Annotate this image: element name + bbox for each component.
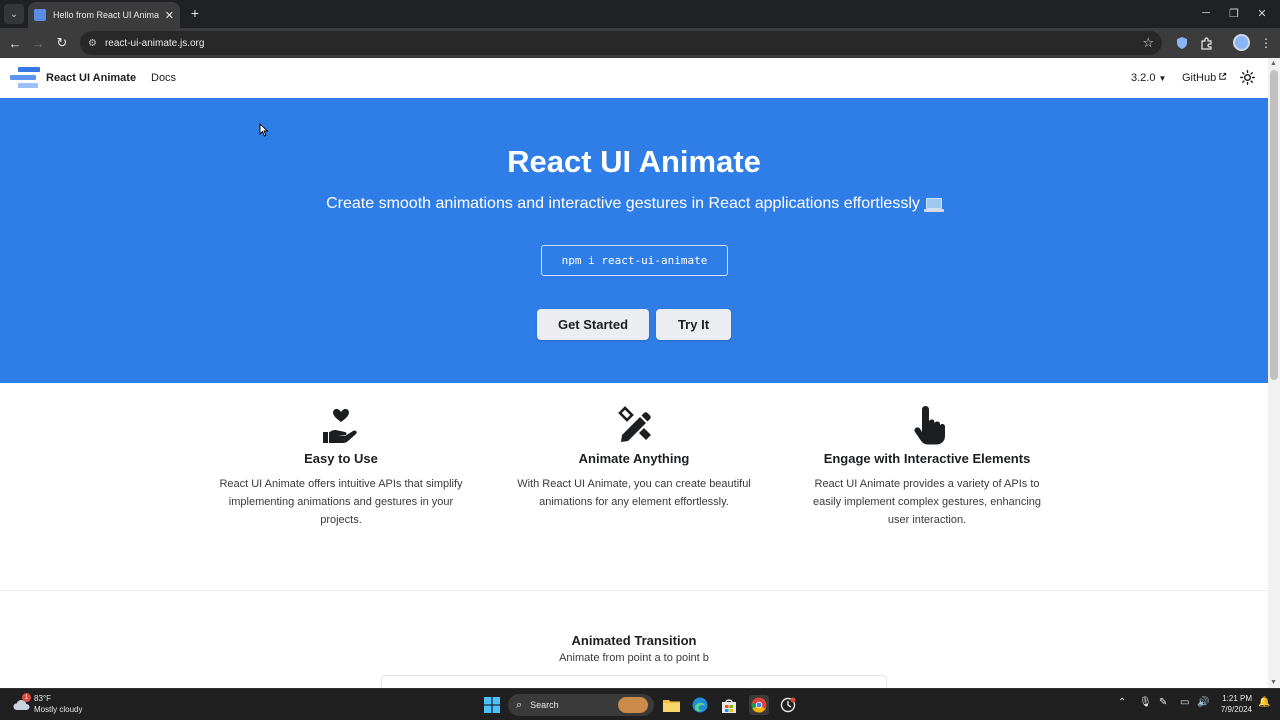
browser-tab[interactable]: Hello from React UI Animate | R ✕ <box>28 2 180 28</box>
bookmark-star-icon[interactable]: ☆ <box>1142 35 1154 51</box>
hand-pointer-icon <box>914 406 945 445</box>
feature-description: React UI Animate offers intuitive APIs t… <box>219 478 463 526</box>
get-started-button[interactable]: Get Started <box>537 309 649 340</box>
restore-button[interactable]: ❐ <box>1224 4 1244 22</box>
feature-animate-anything: Animate Anything With React UI Animate, … <box>509 405 759 511</box>
hero-section: React UI Animate Create smooth animation… <box>0 98 1268 383</box>
notification-bell-icon[interactable]: 🔔 <box>1258 697 1270 708</box>
browser-toolbar: ← → ↻ ⚙ react-ui-animate.js.org ☆ ⋮ <box>0 28 1280 58</box>
weather-desc[interactable]: Mostly cloudy <box>34 705 82 714</box>
try-it-button[interactable]: Try It <box>656 309 731 340</box>
new-tab-button[interactable]: + <box>186 4 204 22</box>
chrome-icon[interactable] <box>749 695 769 715</box>
version-dropdown[interactable]: 3.2.0 ▼ <box>1131 72 1166 84</box>
search-icon: ⌕ <box>516 698 523 711</box>
edge-browser-icon[interactable] <box>690 695 710 715</box>
browser-menu-icon[interactable]: ⋮ <box>1257 34 1275 52</box>
minimize-button[interactable]: ─ <box>1196 4 1216 22</box>
scroll-up-icon[interactable]: ▲ <box>1270 60 1277 67</box>
network-icon[interactable]: ▭ <box>1180 697 1189 708</box>
feature-description: With React UI Animate, you can create be… <box>517 478 751 508</box>
scroll-thumb[interactable] <box>1270 70 1278 380</box>
hand-holding-heart-icon <box>323 408 357 443</box>
microphone-icon[interactable]: 🎙 <box>1139 697 1152 708</box>
laptop-emoji-icon <box>923 198 944 212</box>
section-divider <box>0 590 1268 591</box>
pen-ruler-icon <box>618 406 651 442</box>
demo-title: Animated Transition <box>571 633 697 648</box>
pen-icon[interactable]: ✎ <box>1159 697 1167 708</box>
mouse-cursor-icon <box>259 123 269 137</box>
hero-title: React UI Animate <box>507 144 761 179</box>
scroll-down-icon[interactable]: ▼ <box>1270 679 1277 686</box>
site-navbar: React UI Animate Docs 3.2.0 ▼ GitHub <box>0 58 1268 98</box>
site-info-icon[interactable]: ⚙ <box>88 38 97 49</box>
search-highlight-icon <box>618 697 648 713</box>
microsoft-store-icon[interactable] <box>719 695 739 715</box>
tray-expand-icon[interactable]: ⌃ <box>1118 697 1126 708</box>
github-link[interactable]: GitHub <box>1182 72 1227 84</box>
address-bar[interactable]: ⚙ react-ui-animate.js.org ☆ <box>80 31 1162 55</box>
feature-easy-to-use: Easy to Use React UI Animate offers intu… <box>216 405 466 529</box>
feature-interactive-elements: Engage with Interactive Elements React U… <box>802 405 1052 529</box>
app-pinned-icon[interactable] <box>778 695 798 715</box>
theme-toggle-sun-icon[interactable] <box>1238 68 1256 86</box>
extension-shield-icon[interactable] <box>1173 34 1191 52</box>
windows-start-icon[interactable] <box>482 695 502 715</box>
close-window-button[interactable]: ✕ <box>1252 4 1272 22</box>
extensions-puzzle-icon[interactable] <box>1197 34 1215 52</box>
profile-avatar[interactable] <box>1233 34 1250 51</box>
weather-badge: 1 <box>22 693 31 702</box>
volume-icon[interactable]: 🔊 <box>1197 697 1209 708</box>
tab-title: Hello from React UI Animate | R <box>53 10 159 20</box>
tab-close-icon[interactable]: ✕ <box>165 9 174 22</box>
version-label: 3.2.0 <box>1131 72 1156 84</box>
browser-tab-strip: ⌄ Hello from React UI Animate | R ✕ + ─ … <box>0 0 1280 28</box>
tab-favicon-icon <box>34 9 46 21</box>
reload-button[interactable]: ↻ <box>52 33 72 53</box>
taskbar-search[interactable]: ⌕ Search <box>508 694 654 716</box>
feature-description: React UI Animate provides a variety of A… <box>812 478 1042 526</box>
install-command[interactable]: npm i react-ui-animate <box>541 245 728 276</box>
weather-temp[interactable]: 83°F <box>34 694 51 703</box>
page-scrollbar[interactable]: ▲ ▼ <box>1268 58 1280 688</box>
feature-title: Animate Anything <box>578 451 690 466</box>
url-text[interactable]: react-ui-animate.js.org <box>105 38 1142 49</box>
brand-logo-icon[interactable] <box>10 67 40 89</box>
back-button[interactable]: ← <box>5 33 25 53</box>
hero-subtitle-row: Create smooth animations and interactive… <box>0 195 1268 213</box>
demo-subtitle: Animate from point a to point b <box>559 652 709 664</box>
tab-search-button[interactable]: ⌄ <box>4 4 24 24</box>
taskbar: 1 83°F Mostly cloudy ⌕ Search ⌃ 🎙 ✎ ▭ 🔊 … <box>0 688 1280 720</box>
caret-down-icon: ▼ <box>1158 74 1167 83</box>
external-link-icon <box>1219 72 1227 80</box>
brand-name[interactable]: React UI Animate <box>46 72 136 84</box>
feature-title: Engage with Interactive Elements <box>823 451 1031 466</box>
clock-date[interactable]: 7/9/2024 <box>1212 705 1252 714</box>
nav-docs-link[interactable]: Docs <box>151 72 176 84</box>
file-explorer-icon[interactable] <box>661 695 681 715</box>
forward-button[interactable]: → <box>28 33 48 53</box>
hero-subtitle: Create smooth animations and interactive… <box>326 195 920 212</box>
feature-title: Easy to Use <box>304 451 378 466</box>
clock-time[interactable]: 1:21 PM <box>1216 694 1252 703</box>
taskbar-search-label: Search <box>530 700 559 710</box>
github-label: GitHub <box>1182 72 1217 84</box>
